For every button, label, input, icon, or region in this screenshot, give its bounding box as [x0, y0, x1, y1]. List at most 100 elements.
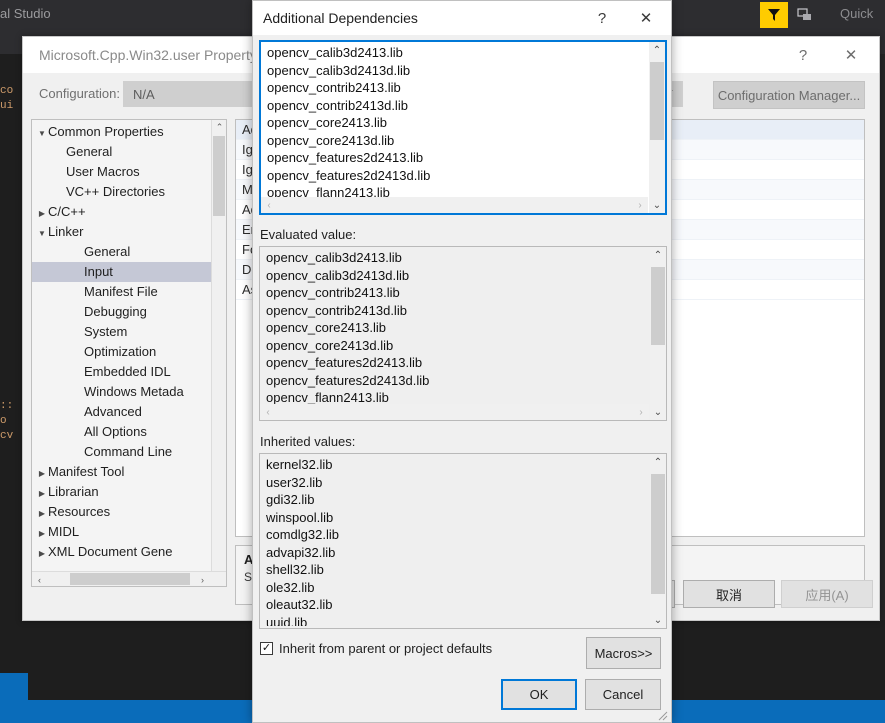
sidebar-item-embedded-idl[interactable]: Embedded IDL	[32, 362, 212, 382]
sidebar-item-manifest-tool[interactable]: ▶ Manifest Tool	[32, 462, 212, 482]
sidebar-item-common-properties[interactable]: ▼ Common Properties	[32, 122, 212, 142]
inherit-checkbox[interactable]: ✓	[260, 642, 273, 655]
chevron-down-icon[interactable]: ▼	[36, 124, 48, 144]
scrollbar-thumb[interactable]	[651, 267, 665, 345]
configuration-manager-button[interactable]: Configuration Manager...	[713, 81, 865, 109]
pp-cancel-button[interactable]: 取消	[683, 580, 775, 608]
scroll-down-icon[interactable]: ⌄	[650, 612, 666, 628]
scroll-right-icon[interactable]: ›	[633, 404, 649, 420]
dependencies-input-lines[interactable]: opencv_calib3d2413.lib opencv_calib3d2413…	[261, 44, 648, 197]
sidebar-item-all-options[interactable]: All Options	[32, 422, 212, 442]
sidebar-item-label: Input	[84, 264, 113, 279]
sidebar-item-label: General	[66, 144, 113, 159]
list-item: advapi32.lib	[266, 544, 336, 560]
sidebar-item-xml-document-gene[interactable]: ▶ XML Document Gene	[32, 542, 212, 562]
evaluated-horizontal-scrollbar[interactable]: ‹ ›	[260, 404, 649, 420]
sidebar-item-c-c[interactable]: ▶ C/C++	[32, 202, 212, 222]
scroll-up-icon[interactable]: ⌃	[650, 454, 666, 470]
sidebar-item-label: Debugging	[84, 304, 147, 319]
inherited-values-box[interactable]: kernel32.lib user32.lib gdi32.lib winspool.…	[259, 453, 667, 629]
sidebar-item-command-line[interactable]: Command Line	[32, 442, 212, 462]
sidebar-item-user-macros[interactable]: User Macros	[32, 162, 212, 182]
sidebar-item-manifest-file[interactable]: Manifest File	[32, 282, 212, 302]
dependencies-vertical-scrollbar[interactable]: ⌃ ⌄	[649, 42, 665, 213]
inherited-vertical-scrollbar[interactable]: ⌃ ⌄	[650, 454, 666, 628]
cancel-button[interactable]: Cancel	[585, 679, 661, 710]
inherit-checkbox-label: Inherit from parent or project defaults	[279, 641, 493, 656]
list-item: opencv_calib3d2413.lib	[266, 250, 402, 265]
list-item: user32.lib	[266, 474, 323, 490]
sidebar-item-windows-metada[interactable]: Windows Metada	[32, 382, 212, 402]
quick-launch-label[interactable]: Quick	[840, 6, 873, 21]
scroll-right-icon[interactable]: ›	[632, 197, 648, 213]
inherit-checkbox-row[interactable]: ✓ Inherit from parent or project default…	[260, 641, 492, 656]
sidebar-item-advanced[interactable]: Advanced	[32, 402, 212, 422]
pp-apply-button[interactable]: 应用(A)	[781, 580, 873, 608]
sidebar-item-general[interactable]: General	[32, 242, 212, 262]
window-layout-icon[interactable]	[795, 5, 815, 25]
list-item: opencv_core2413.lib	[267, 115, 387, 130]
dependencies-horizontal-scrollbar[interactable]: ‹ ›	[261, 197, 648, 213]
chevron-right-icon[interactable]: ▶	[36, 504, 48, 524]
chevron-down-icon[interactable]: ▼	[36, 224, 48, 244]
scroll-down-icon[interactable]: ⌄	[650, 404, 666, 420]
scroll-up-icon[interactable]: ⌃	[212, 120, 226, 135]
sidebar-item-label: Librarian	[48, 484, 99, 499]
sidebar-item-resources[interactable]: ▶ Resources	[32, 502, 212, 522]
scroll-left-icon[interactable]: ‹	[261, 197, 277, 213]
sidebar-item-system[interactable]: System	[32, 322, 212, 342]
dialog-title: Additional Dependencies	[263, 10, 418, 26]
tree-vertical-scrollbar[interactable]: ⌃ ⌄	[211, 120, 226, 586]
sidebar-item-label: Advanced	[84, 404, 142, 419]
dependencies-input[interactable]: opencv_calib3d2413.lib opencv_calib3d2413…	[259, 40, 667, 215]
chevron-right-icon[interactable]: ▶	[36, 524, 48, 544]
scroll-up-icon[interactable]: ⌃	[650, 247, 666, 263]
sidebar-item-optimization[interactable]: Optimization	[32, 342, 212, 362]
close-icon[interactable]: ✕	[633, 7, 659, 29]
scroll-left-icon[interactable]: ‹	[260, 404, 276, 420]
list-item: comdlg32.lib	[266, 527, 339, 542]
sidebar-item-debugging[interactable]: Debugging	[32, 302, 212, 322]
sidebar-item-label: Optimization	[84, 344, 157, 359]
sidebar-item-label: Linker	[48, 224, 84, 239]
sidebar-item-vc-directories[interactable]: VC++ Directories	[32, 182, 212, 202]
chevron-right-icon[interactable]: ▶	[36, 204, 48, 224]
evaluated-value-box[interactable]: opencv_calib3d2413.lib opencv_calib3d2413…	[259, 246, 667, 421]
list-item: opencv_flann2413.lib	[267, 185, 390, 197]
scrollbar-thumb[interactable]	[650, 62, 664, 140]
property-tree[interactable]: ▼ Common Properties General User Macros VC++…	[31, 119, 227, 587]
resize-grip[interactable]	[658, 709, 668, 721]
property-tree-list[interactable]: ▼ Common Properties General User Macros VC++…	[32, 122, 212, 562]
sidebar-item-input[interactable]: Input	[32, 262, 212, 282]
list-item: opencv_contrib2413d.lib	[267, 97, 408, 113]
close-icon[interactable]: ✕	[839, 45, 863, 65]
macros-button[interactable]: Macros>>	[586, 637, 661, 669]
help-icon[interactable]: ?	[591, 7, 613, 29]
list-item: opencv_calib3d2413d.lib	[267, 62, 411, 78]
list-item: shell32.lib	[266, 562, 324, 577]
scrollbar-thumb[interactable]	[651, 474, 665, 594]
list-item: oleaut32.lib	[266, 597, 333, 612]
list-item: opencv_features2d2413d.lib	[267, 167, 431, 183]
scrollbar-thumb[interactable]	[213, 136, 225, 216]
ok-button[interactable]: OK	[501, 679, 577, 710]
sidebar-item-linker[interactable]: ▼ Linker	[32, 222, 212, 242]
scroll-down-icon[interactable]: ⌄	[649, 197, 665, 213]
chevron-right-icon[interactable]: ▶	[36, 464, 48, 484]
list-item: opencv_core2413.lib	[266, 320, 386, 335]
sidebar-item-midl[interactable]: ▶ MIDL	[32, 522, 212, 542]
ide-title: al Studio	[0, 6, 51, 21]
chevron-right-icon[interactable]: ▶	[36, 544, 48, 564]
list-item: opencv_calib3d2413.lib	[267, 45, 403, 60]
list-item: opencv_features2d2413.lib	[267, 150, 424, 165]
list-item: opencv_contrib2413d.lib	[266, 302, 407, 318]
list-item: kernel32.lib	[266, 457, 333, 472]
filter-icon[interactable]	[760, 2, 788, 28]
scroll-up-icon[interactable]: ⌃	[649, 42, 665, 58]
help-icon[interactable]: ?	[793, 45, 813, 65]
evaluated-vertical-scrollbar[interactable]: ⌃ ⌄	[650, 247, 666, 420]
sidebar-item-general[interactable]: General	[32, 142, 212, 162]
inherited-values-label: Inherited values:	[260, 434, 356, 449]
sidebar-item-librarian[interactable]: ▶ Librarian	[32, 482, 212, 502]
chevron-right-icon[interactable]: ▶	[36, 484, 48, 504]
